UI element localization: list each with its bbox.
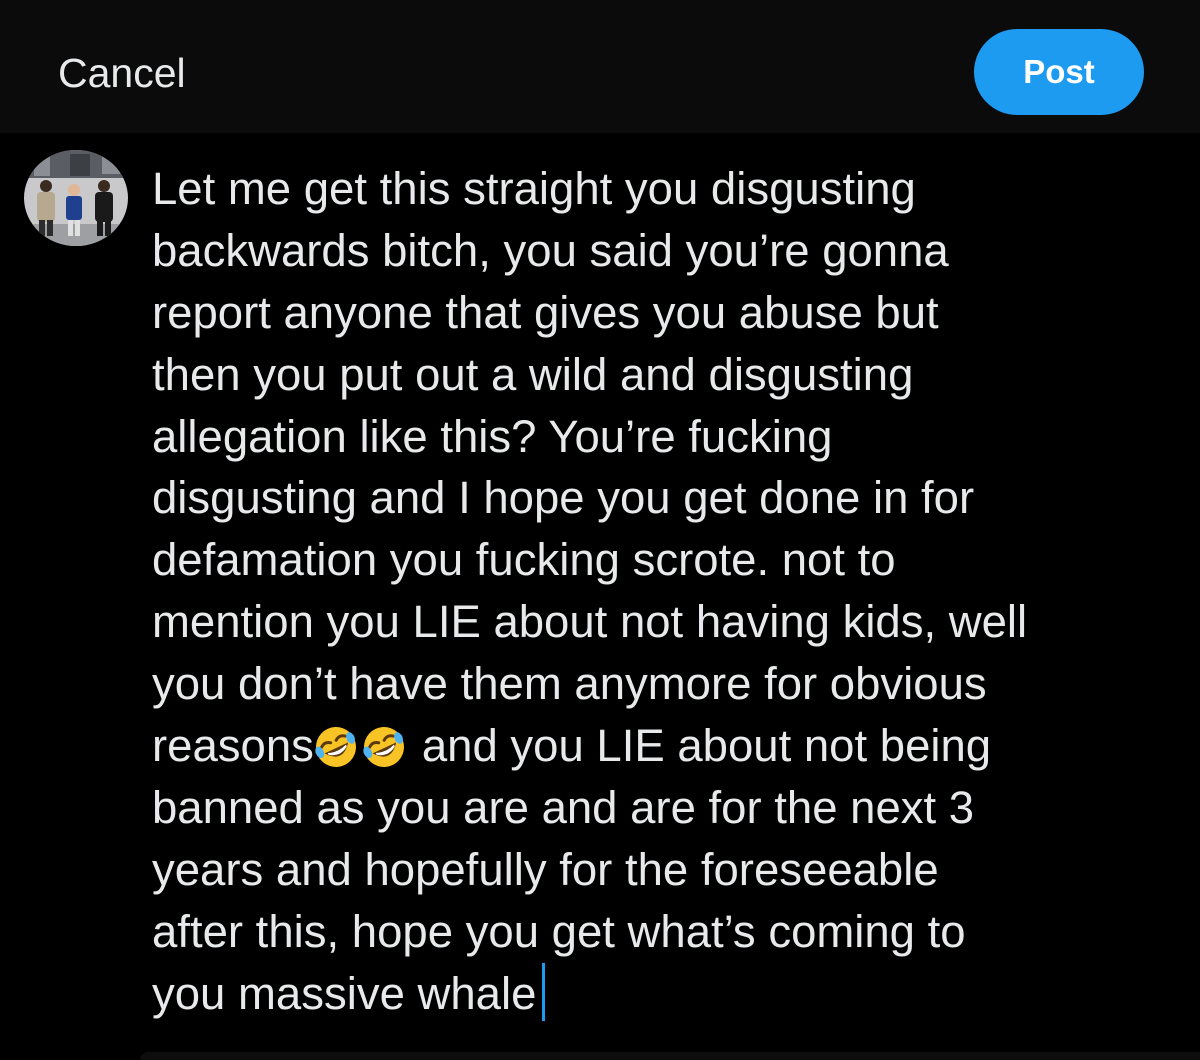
tweet-compose-textarea[interactable]: Let me get this straight you disgusting … <box>152 158 1182 1038</box>
cancel-button[interactable]: Cancel <box>58 48 186 98</box>
compose-text-line: you don’t have them anymore for obvious <box>152 658 987 710</box>
compose-text-segment: you massive whale <box>152 967 537 1019</box>
compose-text-line-with-emoji: reasons and you LIE about not being <box>152 715 1182 777</box>
avatar[interactable] <box>24 150 128 246</box>
compose-text-line: then you put out a wild and disgusting <box>152 348 914 400</box>
compose-text-line: defamation you fucking scrote. not to <box>152 534 896 586</box>
compose-header: Cancel Post <box>0 0 1200 133</box>
compose-text-line-last: you massive whale <box>152 962 1182 1025</box>
compose-text-line: banned as you are and are for the next 3 <box>152 781 975 833</box>
compose-text-line: mention you LIE about not having kids, w… <box>152 596 1028 648</box>
text-cursor <box>542 962 546 1021</box>
post-button[interactable]: Post <box>974 29 1144 115</box>
compose-text-line: report anyone that gives you abuse but <box>152 286 939 338</box>
compose-text-line: allegation like this? You’re fucking <box>152 410 833 462</box>
compose-text-segment: and you LIE about not being <box>421 720 992 772</box>
avatar-photo-icon <box>24 150 128 246</box>
reply-settings-divider <box>140 1052 1200 1060</box>
compose-text-line: after this, hope you get what’s coming t… <box>152 905 966 957</box>
compose-text-segment: reasons <box>152 720 314 772</box>
rolling-on-the-floor-laughing-icon <box>363 727 404 768</box>
compose-text-line: Let me get this straight you disgusting <box>152 163 916 214</box>
rolling-on-the-floor-laughing-icon <box>315 727 356 768</box>
compose-text-line: years and hopefully for the foreseeable <box>152 843 939 895</box>
compose-text-line: disgusting and I hope you get done in fo… <box>152 472 975 524</box>
compose-text-line: backwards bitch, you said you’re gonna <box>152 224 949 276</box>
